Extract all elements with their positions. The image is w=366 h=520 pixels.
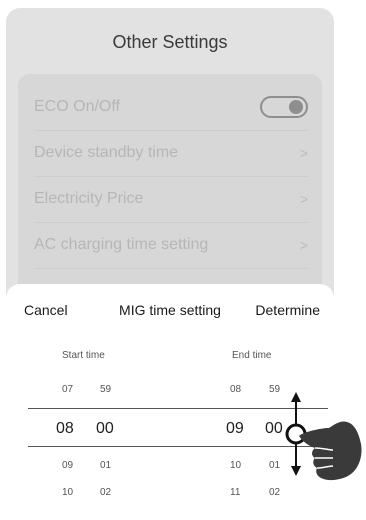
settings-item-standby[interactable]: Device standby time > bbox=[34, 130, 308, 177]
eco-toggle[interactable] bbox=[260, 96, 308, 118]
settings-item-ac-charging[interactable]: AC charging time setting > bbox=[34, 222, 308, 269]
wheel-option[interactable]: 09 bbox=[62, 460, 73, 471]
settings-item-label: Device standby time bbox=[34, 144, 179, 161]
wheel-option[interactable]: 01 bbox=[100, 460, 111, 471]
wheel-option[interactable]: 01 bbox=[269, 460, 280, 471]
settings-item-electricity-price[interactable]: Electricity Price > bbox=[34, 176, 308, 223]
selected-start-hour[interactable]: 08 bbox=[56, 420, 74, 438]
chevron-right-icon: > bbox=[299, 191, 308, 207]
settings-item-eco[interactable]: ECO On/Off bbox=[34, 84, 308, 131]
wheel-option[interactable]: 08 bbox=[230, 384, 241, 395]
wheel-option[interactable]: 02 bbox=[269, 487, 280, 498]
determine-button[interactable]: Determine bbox=[255, 302, 320, 318]
settings-item-label: Electricity Price bbox=[34, 190, 144, 207]
wheel-option[interactable]: 10 bbox=[230, 460, 241, 471]
selected-start-minute[interactable]: 00 bbox=[96, 420, 114, 438]
wheel-option[interactable]: 07 bbox=[62, 384, 73, 395]
swipe-hand-icon bbox=[299, 421, 362, 481]
chevron-right-icon: > bbox=[299, 145, 308, 161]
swipe-gesture-icon bbox=[285, 392, 362, 481]
settings-item-label: ECO On/Off bbox=[34, 98, 120, 115]
toggle-knob bbox=[289, 100, 303, 114]
page-title: Other Settings bbox=[112, 32, 228, 52]
wheel-option[interactable]: 10 bbox=[62, 487, 73, 498]
selected-end-hour[interactable]: 09 bbox=[226, 420, 244, 438]
wheel-option[interactable]: 59 bbox=[269, 384, 280, 395]
wheel-option[interactable]: 59 bbox=[100, 384, 111, 395]
end-time-label: End time bbox=[232, 350, 272, 361]
settings-item-label: AC charging time setting bbox=[34, 236, 209, 253]
start-time-label: Start time bbox=[62, 350, 105, 361]
wheel-option[interactable]: 02 bbox=[100, 487, 111, 498]
selected-end-minute[interactable]: 00 bbox=[265, 420, 283, 438]
wheel-option[interactable]: 11 bbox=[230, 487, 240, 498]
chevron-right-icon: > bbox=[299, 237, 308, 253]
settings-list: ECO On/Off Device standby time > Electri… bbox=[18, 74, 322, 314]
